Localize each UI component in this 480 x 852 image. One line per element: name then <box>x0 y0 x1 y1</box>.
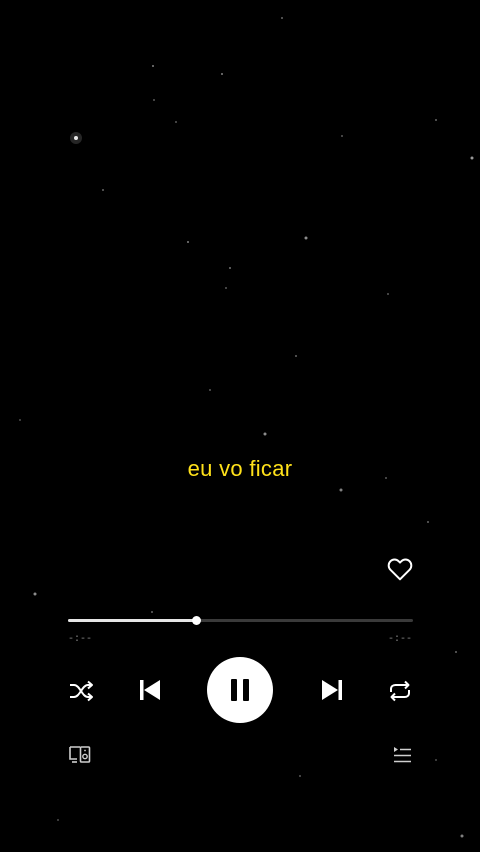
next-button[interactable] <box>316 674 348 706</box>
queue-button[interactable] <box>389 742 415 768</box>
skip-next-icon <box>322 680 342 700</box>
elapsed-time: -:-- <box>68 634 93 645</box>
progress-fill <box>68 619 196 622</box>
repeat-button[interactable] <box>385 676 415 706</box>
queue-icon <box>394 747 411 763</box>
remaining-time: -:-- <box>387 634 412 645</box>
starfield-background <box>19 17 474 838</box>
like-button[interactable] <box>386 555 414 583</box>
connect-devices-icon <box>69 746 91 763</box>
progress-bar[interactable] <box>68 616 413 625</box>
heart-icon <box>387 558 413 581</box>
pause-button[interactable] <box>207 657 273 723</box>
shuffle-icon <box>70 680 93 702</box>
repeat-icon <box>390 680 410 702</box>
lyric-line: eu vo ficar <box>187 456 293 481</box>
skip-previous-icon <box>140 680 160 700</box>
progress-thumb[interactable] <box>191 616 201 625</box>
devices-button[interactable] <box>66 741 94 767</box>
pause-icon <box>231 679 249 701</box>
previous-button[interactable] <box>134 674 166 706</box>
shuffle-button[interactable] <box>66 676 96 706</box>
